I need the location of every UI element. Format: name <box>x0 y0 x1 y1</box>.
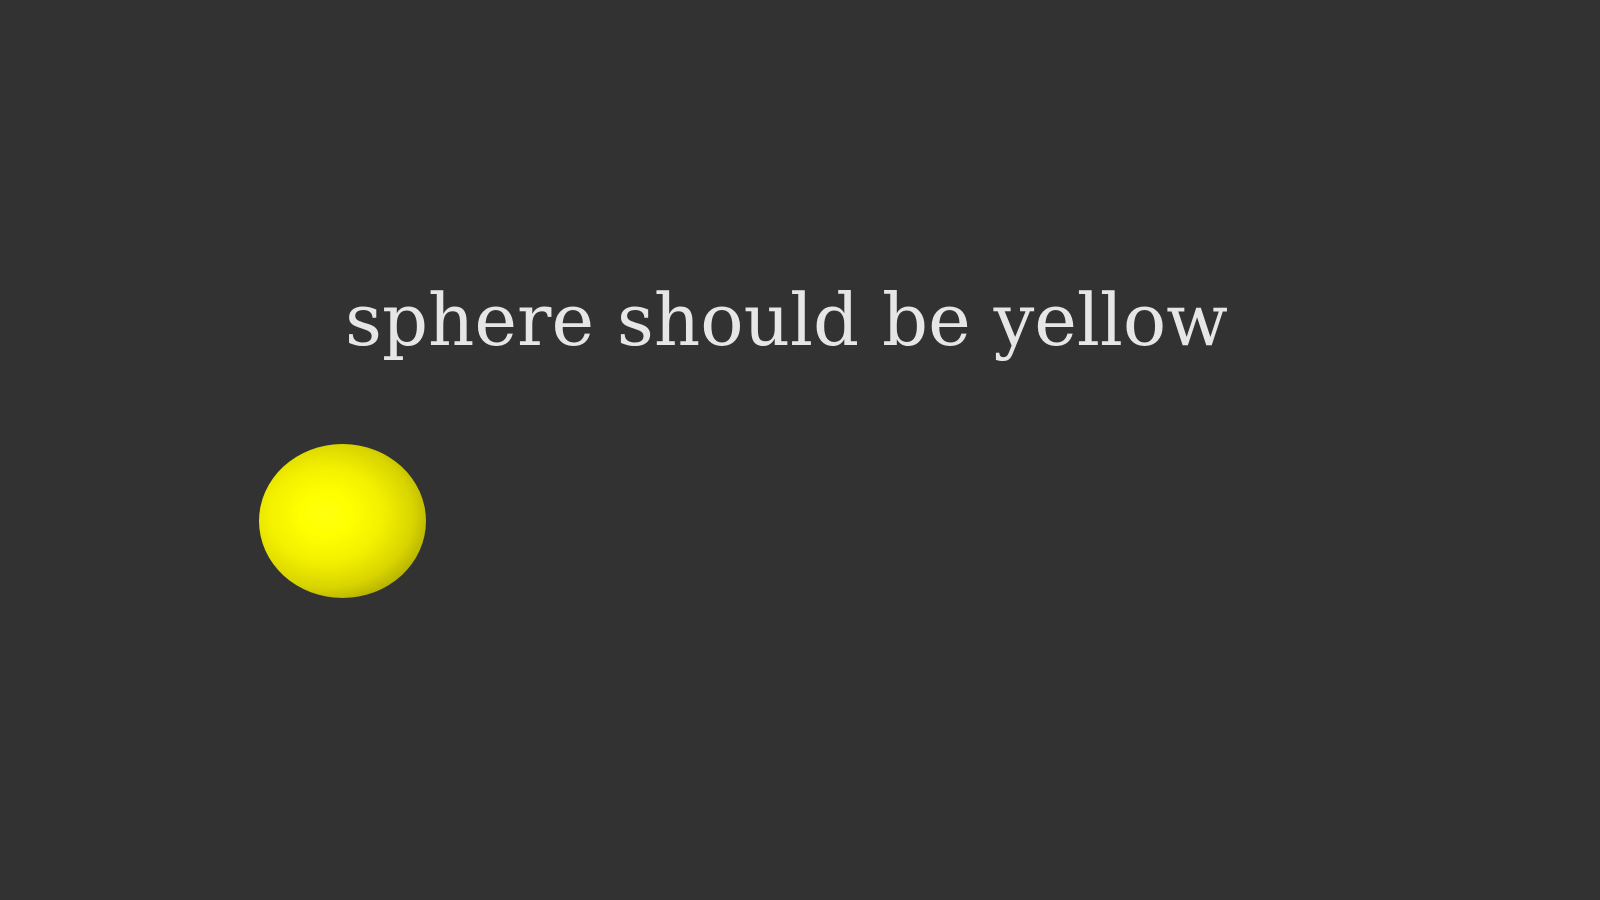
render-canvas: sphere should be yellow <box>0 0 1600 900</box>
yellow-sphere <box>259 444 426 598</box>
caption-text: sphere should be yellow <box>345 278 1228 362</box>
